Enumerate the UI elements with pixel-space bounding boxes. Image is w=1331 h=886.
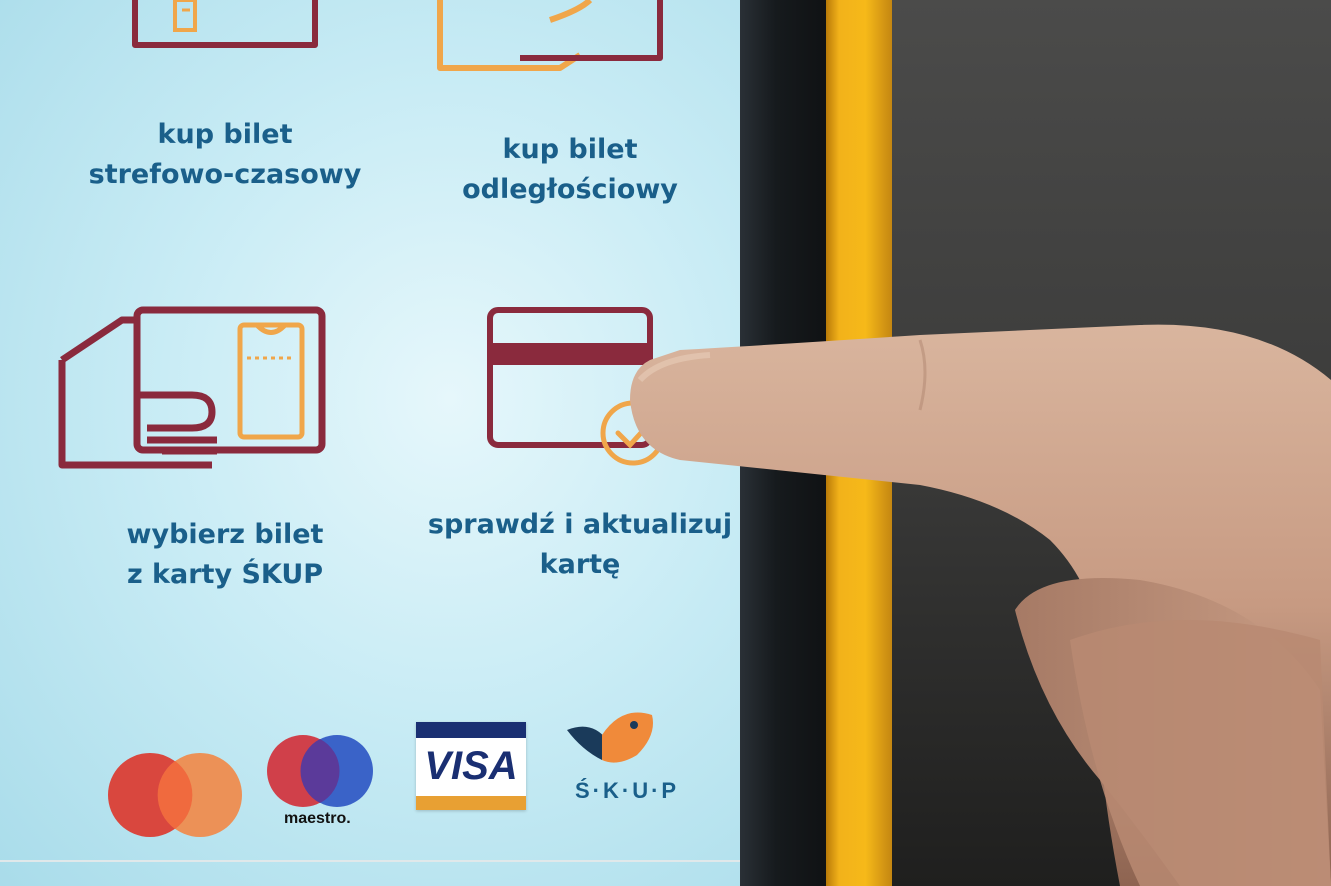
maestro-logo xyxy=(267,735,373,807)
tile-label-line: odległościowy xyxy=(462,174,678,205)
tile-label-zone-time[interactable]: kup bilet strefowo-czasowy xyxy=(75,115,375,195)
hand-card-icon[interactable] xyxy=(430,0,670,80)
visa-wordmark: VISA xyxy=(424,744,518,788)
kiosk-photo: kup bilet strefowo-czasowy kup bilet odl… xyxy=(0,0,1331,886)
mastercard-logo xyxy=(108,753,242,837)
tile-label-line: kup bilet xyxy=(157,119,293,150)
tile-label-line: kup bilet xyxy=(502,134,638,165)
card-ticket-hand-icon[interactable] xyxy=(52,300,337,480)
visa-bottom-stripe xyxy=(416,796,526,810)
ticket-hand-icon[interactable] xyxy=(120,0,330,70)
visa-logo: VISA xyxy=(416,722,526,810)
tile-label-line: z karty ŚKUP xyxy=(126,559,324,590)
tile-label-select-from-card[interactable]: wybierz bilet z karty ŚKUP xyxy=(75,515,375,595)
tile-label-line: wybierz bilet xyxy=(126,519,324,550)
pointing-finger xyxy=(630,324,1331,886)
visa-top-stripe xyxy=(416,722,526,738)
tile-label-distance[interactable]: kup bilet odległościowy xyxy=(420,130,720,210)
maestro-wordmark: maestro. xyxy=(284,810,351,827)
tile-label-line: strefowo-czasowy xyxy=(88,159,362,190)
